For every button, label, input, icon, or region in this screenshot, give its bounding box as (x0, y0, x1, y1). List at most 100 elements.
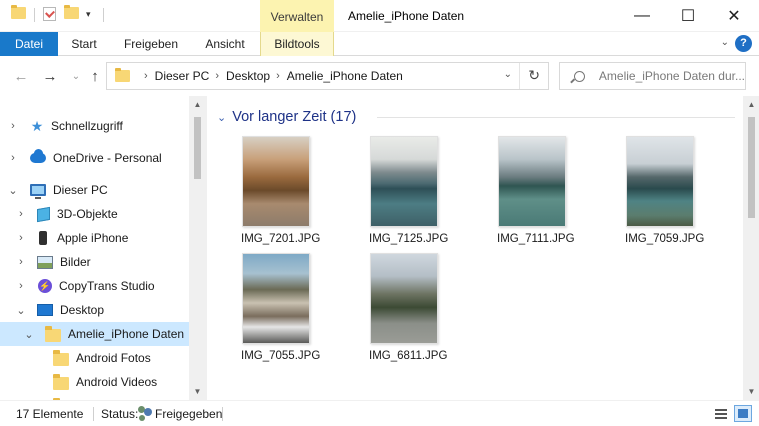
up-button[interactable]: ↑ (85, 66, 105, 86)
chevron-right-icon[interactable]: › (8, 120, 18, 132)
folder-icon (53, 349, 69, 366)
nav-item-label: Apple iPhone (57, 231, 129, 245)
chevron-down-icon[interactable]: ⌄ (16, 304, 26, 317)
image-thumbnail[interactable] (242, 253, 310, 344)
address-bar[interactable]: › Dieser PC › Desktop › Amelie_iPhone Da… (106, 62, 549, 90)
nav-item-amelie-iphone-daten[interactable]: ⌄ Amelie_iPhone Daten (0, 322, 189, 346)
pictures-icon (37, 255, 53, 269)
maximize-button[interactable]: ☐ (665, 0, 711, 32)
ribbon-tabs: Datei Start Freigeben Ansicht Bildtools … (0, 32, 759, 56)
chevron-down-icon[interactable]: ⌄ (217, 111, 226, 124)
properties-icon[interactable] (43, 7, 56, 21)
file-tile[interactable]: IMG_6811.JPG (369, 253, 479, 370)
scrollbar-thumb[interactable] (194, 117, 201, 179)
nav-item-apple-iphone[interactable]: › Apple iPhone (0, 226, 189, 250)
nav-item-label: Android Fotos (76, 351, 151, 365)
chevron-right-icon[interactable]: › (16, 256, 26, 268)
image-thumbnail[interactable] (370, 253, 438, 344)
nav-item-android-fotos[interactable]: Android Fotos (0, 346, 189, 370)
forward-button[interactable]: → (40, 66, 60, 86)
expand-ribbon-icon[interactable]: ⌄ (721, 37, 729, 48)
file-tile[interactable]: IMG_7201.JPG (241, 136, 351, 253)
chevron-right-icon[interactable]: › (16, 232, 26, 244)
nav-item-onedrive[interactable]: › OneDrive - Personal (0, 146, 189, 170)
3d-objects-icon (37, 206, 50, 222)
breadcrumb-separator[interactable]: › (215, 70, 219, 82)
address-dropdown-icon[interactable]: ⌄ (504, 69, 512, 80)
group-header[interactable]: ⌄ Vor langer Zeit (17) (217, 108, 356, 126)
nav-item-schnellzugriff[interactable]: › ★ Schnellzugriff (0, 114, 189, 138)
tab-datei[interactable]: Datei (0, 32, 58, 56)
large-icons-view-icon[interactable] (734, 405, 752, 422)
pc-icon (30, 184, 46, 199)
back-button[interactable]: ← (11, 66, 31, 86)
image-thumbnail[interactable] (498, 136, 566, 227)
recent-locations-icon[interactable]: ⌄ (66, 66, 86, 86)
chevron-down-icon[interactable]: ⌄ (24, 328, 34, 341)
file-name[interactable]: IMG_7125.JPG (369, 233, 448, 245)
close-button[interactable]: ✕ (711, 0, 757, 32)
image-thumbnail[interactable] (626, 136, 694, 227)
scroll-up-icon[interactable]: ▲ (743, 96, 759, 113)
breadcrumb-dieser-pc[interactable]: Dieser PC (155, 69, 210, 83)
file-tile[interactable]: IMG_7059.JPG (625, 136, 735, 253)
tab-bildtools[interactable]: Bildtools (260, 32, 334, 56)
status-value: Freigegeben (155, 407, 223, 421)
file-name[interactable]: IMG_7201.JPG (241, 233, 320, 245)
file-name[interactable]: IMG_7055.JPG (241, 350, 320, 362)
tab-ansicht[interactable]: Ansicht (196, 32, 254, 56)
nav-item-dieser-pc[interactable]: ⌄ Dieser PC (0, 178, 189, 202)
nav-item-copytrans-studio[interactable]: › ⚡ CopyTrans Studio (0, 274, 189, 298)
chevron-down-icon[interactable]: ⌄ (8, 184, 18, 197)
nav-item-label: Android Videos (76, 375, 158, 389)
image-thumbnail[interactable] (242, 136, 310, 227)
tab-start[interactable]: Start (62, 32, 106, 56)
file-tile[interactable]: IMG_7111.JPG (497, 136, 607, 253)
details-view-icon[interactable] (713, 406, 729, 420)
new-folder-icon[interactable] (64, 5, 79, 19)
scrollbar-thumb[interactable] (748, 117, 755, 218)
file-name[interactable]: IMG_7059.JPG (625, 233, 704, 245)
scroll-up-icon[interactable]: ▲ (189, 96, 206, 113)
scroll-down-icon[interactable]: ▼ (743, 383, 759, 400)
file-tile[interactable]: IMG_7055.JPG (241, 253, 351, 370)
nav-item-3d-objekte[interactable]: › 3D-Objekte (0, 202, 189, 226)
status-bar: 17 Elemente Status: Freigegeben (0, 400, 759, 426)
navigation-scrollbar[interactable]: ▲ ▼ (189, 96, 206, 400)
folder-icon (45, 325, 61, 342)
chevron-right-icon[interactable]: › (16, 280, 26, 292)
image-thumbnail[interactable] (370, 136, 438, 227)
folder-icon (115, 68, 130, 82)
status-divider (93, 407, 94, 421)
file-name[interactable]: IMG_7111.JPG (497, 233, 575, 245)
chevron-right-icon[interactable]: › (8, 152, 18, 164)
navigation-tree: › ★ Schnellzugriff › OneDrive - Personal… (0, 96, 189, 400)
window-title: Amelie_iPhone Daten (348, 9, 465, 23)
nav-item-label: Schnellzugriff (51, 119, 123, 133)
nav-item-label: Dieser PC (53, 183, 108, 197)
breadcrumb-current-folder[interactable]: Amelie_iPhone Daten (287, 69, 403, 83)
minimize-button[interactable]: — (619, 0, 665, 32)
breadcrumb-desktop[interactable]: Desktop (226, 69, 270, 83)
quick-access-divider (103, 8, 104, 22)
file-tile[interactable]: IMG_7125.JPG (369, 136, 479, 253)
chevron-right-icon[interactable]: › (16, 208, 26, 220)
help-icon[interactable]: ? (735, 35, 752, 52)
nav-item-desktop[interactable]: ⌄ Desktop (0, 298, 189, 322)
tab-freigeben[interactable]: Freigeben (117, 32, 185, 56)
iphone-icon (39, 231, 47, 245)
file-view: ⌄ Vor langer Zeit (17) IMG_7201.JPG IMG_… (206, 96, 759, 400)
nav-item-bilder[interactable]: › Bilder (0, 250, 189, 274)
search-placeholder[interactable]: Amelie_iPhone Daten dur... (599, 69, 745, 83)
onedrive-icon (30, 149, 46, 163)
nav-item-android-videos[interactable]: Android Videos (0, 370, 189, 394)
search-input[interactable]: Amelie_iPhone Daten dur... (559, 62, 746, 90)
refresh-icon[interactable]: ↻ (528, 67, 540, 84)
customize-quick-access-icon[interactable]: ▾ (86, 9, 91, 20)
scroll-down-icon[interactable]: ▼ (189, 383, 206, 400)
shared-users-icon (137, 406, 153, 420)
file-name[interactable]: IMG_6811.JPG (369, 350, 447, 362)
navigation-pane: › ★ Schnellzugriff › OneDrive - Personal… (0, 96, 206, 400)
breadcrumb-separator[interactable]: › (276, 70, 280, 82)
content-scrollbar[interactable]: ▲ ▼ (743, 96, 759, 400)
